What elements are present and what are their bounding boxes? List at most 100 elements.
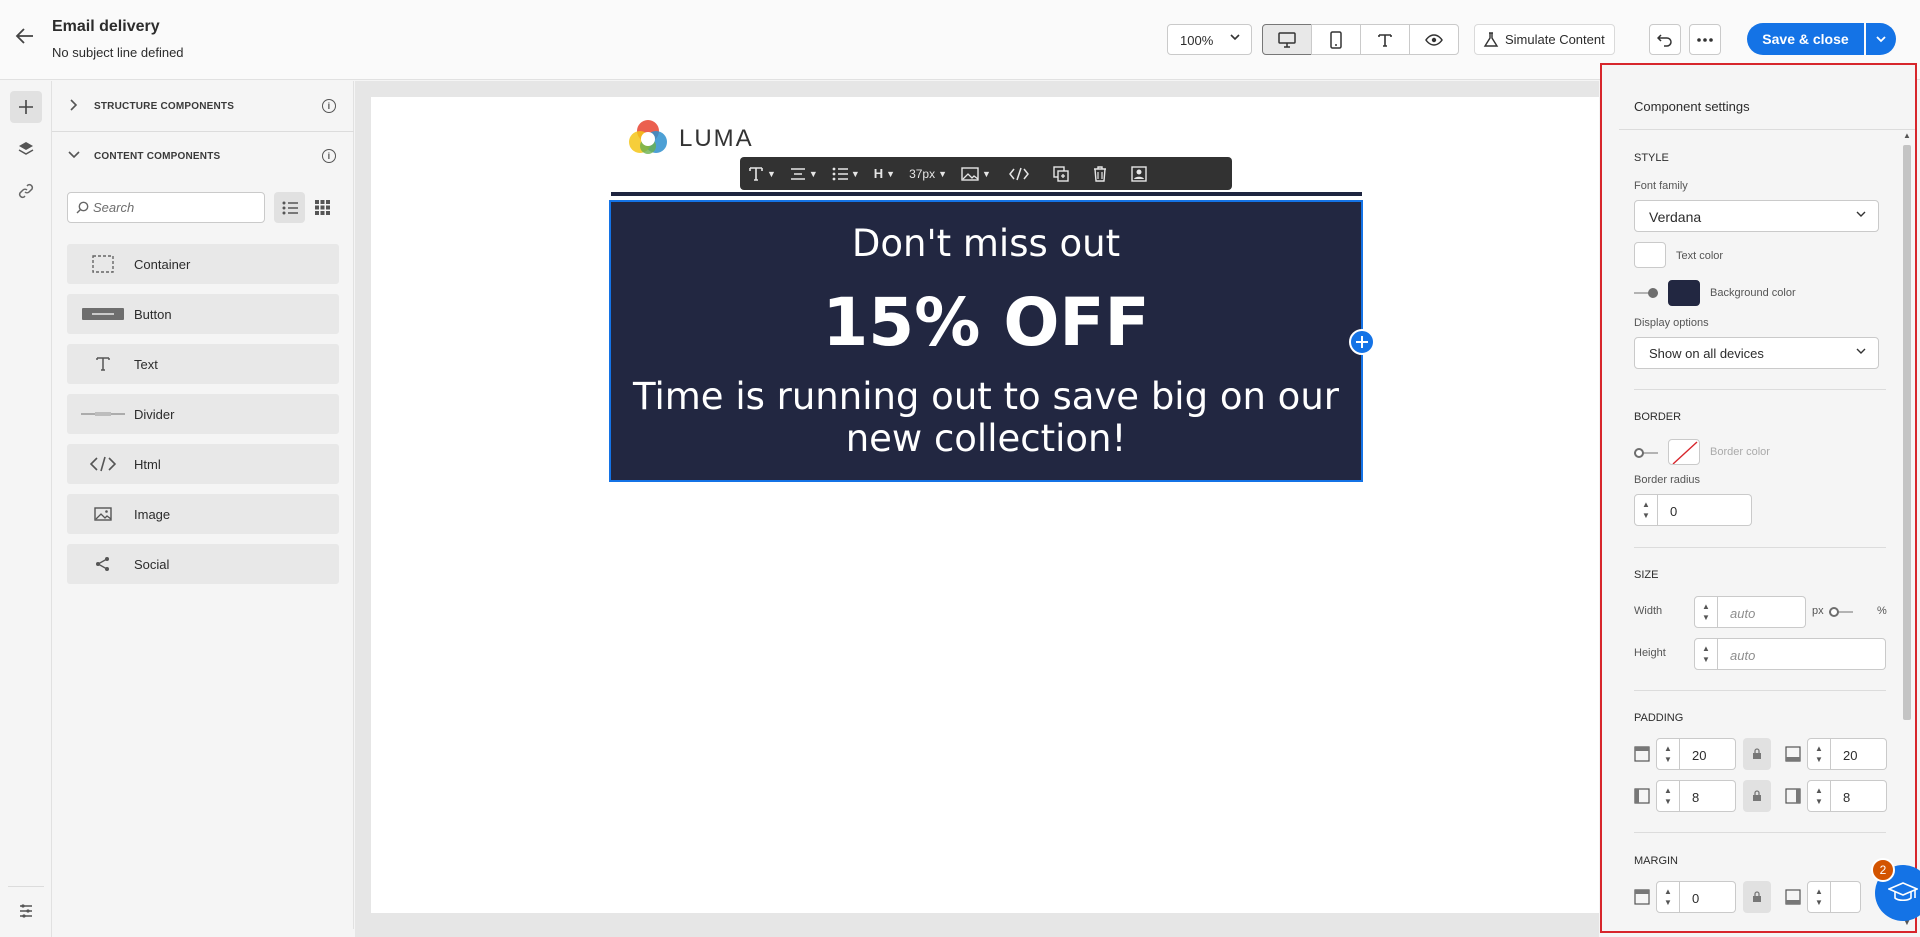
margin-heading: MARGIN (1634, 855, 1678, 867)
hero-headline: Don't miss out (851, 222, 1121, 265)
luma-logo[interactable]: LUMA (627, 118, 754, 160)
heading-button[interactable]: H ▼ (874, 166, 895, 181)
zoom-value: 100% (1180, 33, 1214, 48)
stepper-arrows-icon[interactable]: ▲ ▼ (1807, 780, 1831, 812)
margin-top-stepper[interactable]: ▲ ▼ 0 (1656, 881, 1736, 913)
zoom-select[interactable]: 100% (1167, 24, 1252, 55)
component-divider[interactable]: Divider (67, 394, 339, 434)
stepper-arrows-icon[interactable]: ▲ ▼ (1807, 738, 1831, 770)
border-radius-stepper[interactable]: ▲ ▼ 0 (1634, 494, 1752, 526)
settings-scrollbar[interactable] (1903, 145, 1911, 720)
padding-left-value[interactable]: 8 (1680, 780, 1736, 812)
grid-view-toggle[interactable] (307, 192, 338, 223)
height-stepper[interactable]: ▲ ▼ auto (1694, 638, 1886, 670)
logo-text: LUMA (679, 125, 754, 152)
component-html[interactable]: Html (67, 444, 339, 484)
border-radius-value[interactable]: 0 (1658, 494, 1752, 526)
undo-button[interactable] (1649, 24, 1681, 55)
links-button[interactable] (10, 175, 42, 207)
border-color-toggle[interactable] (1634, 447, 1658, 459)
layers-button[interactable] (10, 133, 42, 165)
font-family-label: Font family (1634, 180, 1688, 192)
component-label: Container (134, 256, 191, 272)
size-heading: SIZE (1634, 569, 1659, 581)
list-button[interactable]: ▼ (832, 167, 860, 181)
unit-percent-label: % (1877, 605, 1887, 617)
padding-lock-button[interactable] (1743, 738, 1771, 770)
component-search-input[interactable]: Search (67, 192, 265, 223)
padding-right-stepper[interactable]: ▲ ▼ 8 (1807, 780, 1887, 812)
font-style-button[interactable]: ▼ (748, 166, 776, 182)
margin-top-value[interactable]: 0 (1680, 881, 1736, 913)
component-image[interactable]: Image (67, 494, 339, 534)
padding-right-value[interactable]: 8 (1831, 780, 1887, 812)
border-color-swatch[interactable] (1668, 439, 1700, 465)
structure-components-header[interactable]: STRUCTURE COMPONENTS i (52, 81, 354, 131)
padding-left-stepper[interactable]: ▲ ▼ 8 (1656, 780, 1736, 812)
width-stepper[interactable]: ▲ ▼ auto (1694, 596, 1806, 628)
move-handle-icon[interactable] (1349, 329, 1375, 355)
stepper-arrows-icon[interactable]: ▲ ▼ (1807, 881, 1831, 913)
stepper-arrows-icon[interactable]: ▲ ▼ (1634, 494, 1658, 526)
display-options-select[interactable]: Show on all devices (1634, 337, 1879, 369)
stepper-arrows-icon[interactable]: ▲ ▼ (1656, 738, 1680, 770)
plus-icon (19, 100, 33, 114)
delete-button[interactable] (1093, 165, 1107, 182)
graduation-cap-icon (1888, 882, 1918, 902)
font-family-select[interactable]: Verdana (1634, 200, 1879, 232)
height-input[interactable]: auto (1718, 638, 1886, 670)
back-arrow-icon[interactable] (12, 26, 38, 52)
component-settings-panel: Component settings STYLE Font family Ver… (1600, 63, 1917, 933)
hero-discount: 15% OFF (822, 284, 1150, 361)
width-input[interactable]: auto (1718, 596, 1806, 628)
margin-bottom-stepper[interactable]: ▲ ▼ (1807, 881, 1861, 913)
component-container[interactable]: Container (67, 244, 339, 284)
component-social[interactable]: Social (67, 544, 339, 584)
save-close-button[interactable]: Save & close (1747, 23, 1864, 55)
duplicate-button[interactable] (1053, 165, 1069, 182)
margin-lock-button[interactable] (1743, 881, 1771, 913)
component-text[interactable]: Text (67, 344, 339, 384)
stepper-arrows-icon[interactable]: ▲ ▼ (1694, 596, 1718, 628)
stepper-arrows-icon[interactable]: ▲ ▼ (1656, 881, 1680, 913)
text-view-button[interactable] (1360, 24, 1410, 55)
text-icon (80, 356, 126, 372)
scroll-up-arrow-icon[interactable]: ▲ (1903, 131, 1911, 140)
chevron-down-icon (1229, 31, 1241, 46)
align-button[interactable]: ▼ (790, 167, 818, 181)
stepper-arrows-icon[interactable]: ▲ ▼ (1694, 638, 1718, 670)
content-components-header[interactable]: CONTENT COMPONENTS i (52, 131, 354, 181)
padding-bottom-stepper[interactable]: ▲ ▼ 20 (1807, 738, 1887, 770)
component-button[interactable]: Button (67, 294, 339, 334)
simulate-content-button[interactable]: Simulate Content (1474, 24, 1615, 55)
heading-icon: H (873, 166, 884, 181)
padding-top-value[interactable]: 20 (1680, 738, 1736, 770)
settings-button[interactable] (10, 895, 42, 927)
header-divider-bar (611, 192, 1362, 196)
margin-bottom-value[interactable] (1831, 881, 1861, 913)
promo-text-block[interactable]: Don't miss out 15% OFF Time is running o… (609, 200, 1363, 482)
margin-top-icon (1634, 889, 1650, 905)
padding-top-stepper[interactable]: ▲ ▼ 20 (1656, 738, 1736, 770)
unit-toggle[interactable] (1829, 606, 1853, 618)
padding-bottom-value[interactable]: 20 (1831, 738, 1887, 770)
learning-help-button[interactable]: 2 (1871, 858, 1920, 921)
info-icon[interactable]: i (322, 99, 336, 113)
text-color-swatch[interactable] (1634, 242, 1666, 268)
insert-image-button[interactable]: ▼ (961, 166, 991, 181)
source-code-button[interactable] (1008, 167, 1029, 181)
background-color-swatch[interactable] (1668, 280, 1700, 306)
list-view-toggle[interactable] (274, 192, 305, 223)
more-options-button[interactable] (1689, 24, 1721, 55)
preview-button[interactable] (1409, 24, 1459, 55)
desktop-view-button[interactable] (1262, 24, 1312, 55)
background-color-toggle[interactable] (1634, 287, 1658, 299)
font-size-button[interactable]: 37px ▼ (909, 167, 947, 181)
add-components-button[interactable] (10, 91, 42, 123)
stepper-arrows-icon[interactable]: ▲ ▼ (1656, 780, 1680, 812)
info-icon[interactable]: i (322, 149, 336, 163)
save-fragment-button[interactable] (1131, 165, 1147, 182)
mobile-view-button[interactable] (1311, 24, 1361, 55)
save-options-dropdown[interactable] (1866, 23, 1896, 55)
padding-lock-button[interactable] (1743, 780, 1771, 812)
